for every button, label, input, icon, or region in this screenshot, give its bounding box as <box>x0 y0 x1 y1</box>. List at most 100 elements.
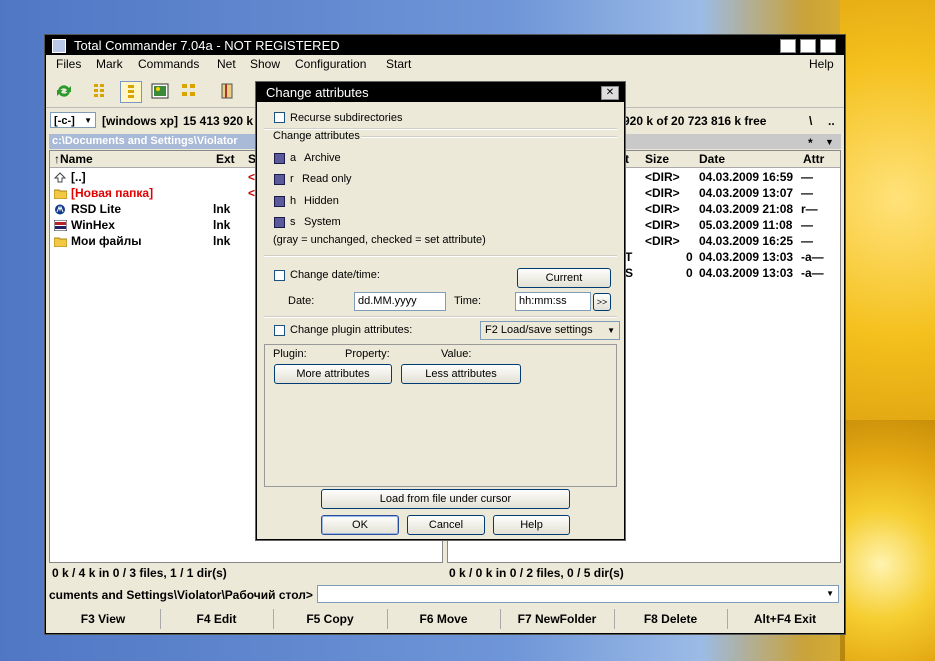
left-drive-select[interactable]: [-c-] ▼ <box>50 112 96 128</box>
system-checkbox[interactable] <box>274 217 285 228</box>
motorola-icon <box>55 204 65 215</box>
f5-copy-button[interactable]: F5 Copy <box>273 609 388 629</box>
time-more-button[interactable]: >> <box>593 293 611 311</box>
left-volume-label: [windows xp] <box>102 114 178 128</box>
time-label: Time: <box>454 295 482 307</box>
command-line-path: cuments and Settings\Violator\Рабочий ст… <box>49 588 313 602</box>
right-filter[interactable]: * <box>808 136 813 150</box>
current-button[interactable]: Current <box>517 268 611 288</box>
folder-icon <box>54 189 67 199</box>
col-ext[interactable]: t <box>625 152 629 166</box>
attributes-group-label: Change attributes <box>273 130 360 142</box>
col-date[interactable]: Date <box>699 152 725 166</box>
col-ext[interactable]: Ext <box>216 152 235 166</box>
up-dir-icon <box>54 172 67 183</box>
title-bar[interactable]: Total Commander 7.04a - NOT REGISTERED <box>46 36 844 55</box>
ok-button[interactable]: OK <box>321 515 399 535</box>
right-status: 0 k / 0 k in 0 / 2 files, 0 / 5 dir(s) <box>449 566 624 580</box>
load-from-cursor-button[interactable]: Load from file under cursor <box>321 489 570 509</box>
command-line: cuments and Settings\Violator\Рабочий ст… <box>49 585 839 605</box>
attribute-hint: (gray = unchanged, checked = set attribu… <box>273 234 486 246</box>
root-dir-button[interactable]: \ <box>809 114 812 128</box>
recurse-label: Recurse subdirectories <box>290 112 403 124</box>
change-date-label: Change date/time: <box>290 269 380 281</box>
close-button[interactable] <box>820 39 836 53</box>
less-attributes-button[interactable]: Less attributes <box>401 364 521 384</box>
menu-bar: Files Mark Commands Net Show Configurati… <box>46 55 844 73</box>
brief-view-icon[interactable] <box>92 81 112 101</box>
cancel-button[interactable]: Cancel <box>407 515 485 535</box>
desktop-background-flower <box>845 420 935 661</box>
divider <box>264 316 617 318</box>
left-status: 0 k / 4 k in 0 / 3 files, 1 / 1 dir(s) <box>52 566 227 580</box>
winhex-icon <box>54 220 67 231</box>
more-attributes-button[interactable]: More attributes <box>274 364 392 384</box>
date-input[interactable]: dd.MM.yyyy <box>354 292 446 311</box>
tree-icon[interactable] <box>180 81 200 101</box>
parent-dir-button[interactable]: .. <box>828 114 835 128</box>
hidden-label: Hidden <box>304 195 339 207</box>
f7-newfolder-button[interactable]: F7 NewFolder <box>500 609 615 629</box>
function-key-bar: F3 View F4 Edit F5 Copy F6 Move F7 NewFo… <box>46 609 844 631</box>
thumbnail-view-icon[interactable] <box>150 81 170 101</box>
dialog-close-icon[interactable]: ✕ <box>601 86 619 100</box>
f8-delete-button[interactable]: F8 Delete <box>614 609 728 629</box>
left-free-space: 15 413 920 k <box>183 114 254 128</box>
menu-mark[interactable]: Mark <box>96 57 123 71</box>
menu-show[interactable]: Show <box>250 57 280 71</box>
f4-edit-button[interactable]: F4 Edit <box>160 609 274 629</box>
readonly-checkbox[interactable] <box>274 174 285 185</box>
alt-f4-exit-button[interactable]: Alt+F4 Exit <box>727 609 843 629</box>
menu-help[interactable]: Help <box>809 57 834 71</box>
archive-label: Archive <box>304 152 341 164</box>
menu-net[interactable]: Net <box>217 57 236 71</box>
f6-move-button[interactable]: F6 Move <box>387 609 501 629</box>
archive-checkbox[interactable] <box>274 153 285 164</box>
refresh-icon[interactable] <box>54 81 74 101</box>
col-plugin: Plugin: <box>273 348 307 360</box>
hidden-checkbox[interactable] <box>274 196 285 207</box>
command-line-input[interactable]: ▼ <box>317 585 839 603</box>
col-name[interactable]: ↑Name <box>54 152 93 166</box>
change-plugin-label: Change plugin attributes: <box>290 324 413 336</box>
chevron-down-icon: ▼ <box>607 326 615 335</box>
col-size[interactable]: Size <box>645 152 669 166</box>
app-icon <box>52 39 66 53</box>
chevron-down-icon[interactable]: ▼ <box>826 589 834 598</box>
menu-files[interactable]: Files <box>56 57 81 71</box>
help-button[interactable]: Help <box>493 515 570 535</box>
filter-chevron-down-icon[interactable]: ▼ <box>825 137 834 147</box>
time-input[interactable]: hh:mm:ss <box>515 292 591 311</box>
readonly-label: Read only <box>302 173 352 185</box>
plugin-attributes-list[interactable]: Plugin: Property: Value: More attributes… <box>264 344 617 487</box>
window-title: Total Commander 7.04a - NOT REGISTERED <box>74 38 340 53</box>
col-attr[interactable]: Attr <box>803 152 824 166</box>
chevron-down-icon: ▼ <box>84 116 92 125</box>
col-value: Value: <box>441 348 472 360</box>
plugin-settings-select[interactable]: F2 Load/save settings ▼ <box>480 321 620 340</box>
change-date-checkbox[interactable] <box>274 270 285 281</box>
dialog-title-bar[interactable]: Change attributes ✕ <box>257 83 624 102</box>
folder-icon <box>54 237 67 247</box>
archive-key: a <box>290 152 297 164</box>
menu-start[interactable]: Start <box>386 57 411 71</box>
change-attributes-dialog: Change attributes ✕ Recurse subdirectori… <box>256 82 625 540</box>
menu-configuration[interactable]: Configuration <box>295 57 366 71</box>
dialog-title: Change attributes <box>266 85 369 100</box>
readonly-key: r <box>290 173 294 185</box>
date-label: Date: <box>288 295 315 307</box>
f3-view-button[interactable]: F3 View <box>46 609 161 629</box>
minimize-button[interactable] <box>780 39 796 53</box>
recurse-checkbox[interactable] <box>274 112 285 123</box>
system-label: System <box>304 216 341 228</box>
maximize-button[interactable] <box>800 39 816 53</box>
right-free-space: 920 k of 20 723 816 k free <box>623 114 767 128</box>
hidden-key: h <box>290 195 297 207</box>
system-key: s <box>290 216 296 228</box>
pack-icon[interactable] <box>218 81 238 101</box>
divider <box>264 255 617 257</box>
full-view-icon[interactable] <box>120 81 142 103</box>
col-property: Property: <box>345 348 390 360</box>
menu-commands[interactable]: Commands <box>138 57 199 71</box>
change-plugin-checkbox[interactable] <box>274 325 285 336</box>
